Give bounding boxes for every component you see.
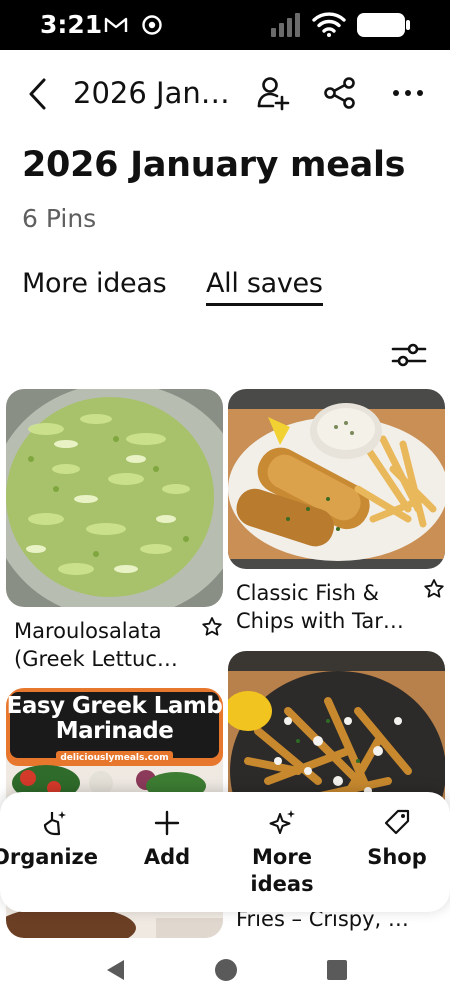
pin-image-fish-chips[interactable] bbox=[228, 389, 445, 569]
tab-all-saves[interactable]: All saves bbox=[206, 268, 323, 306]
more-ideas-button[interactable]: More ideas bbox=[227, 792, 337, 898]
back-triangle-icon[interactable] bbox=[104, 958, 126, 982]
wifi-icon bbox=[312, 12, 346, 37]
board-action-dock: Organize Add More ideas Shop bbox=[0, 792, 450, 912]
home-circle-icon[interactable] bbox=[214, 958, 238, 982]
status-bar: 3:21 bbox=[0, 0, 450, 50]
board-title: 2026 January meals bbox=[22, 145, 406, 185]
overlay-title-line: Easy Greek Lamb bbox=[6, 693, 223, 719]
recents-square-icon[interactable] bbox=[326, 959, 348, 981]
sliders-icon[interactable] bbox=[391, 340, 427, 370]
pin-caption-maroulosalata[interactable]: Maroulosalata (Greek Lettuc… bbox=[14, 617, 178, 673]
chrome-icon bbox=[142, 15, 162, 35]
add-button[interactable]: Add bbox=[112, 792, 222, 871]
signal-icon bbox=[271, 13, 300, 37]
board-breadcrumb: 2026 Jan… bbox=[73, 76, 230, 110]
shop-button[interactable]: Shop bbox=[342, 792, 450, 871]
pin-image-maroulosalata[interactable] bbox=[6, 389, 223, 607]
add-label: Add bbox=[143, 845, 191, 869]
organize-button[interactable]: Organize bbox=[0, 792, 110, 871]
more-ideas-label-line2: ideas bbox=[250, 872, 314, 896]
overlay-title-line: Marinade bbox=[55, 718, 174, 744]
fish-and-chips-image bbox=[228, 389, 445, 569]
top-bar: 2026 Jan… bbox=[0, 58, 450, 128]
caption-line: Chips with Tar… bbox=[236, 609, 404, 633]
caption-line: Maroulosalata bbox=[14, 619, 162, 643]
shop-label: Shop bbox=[367, 845, 427, 869]
tab-more-ideas[interactable]: More ideas bbox=[22, 268, 167, 299]
star-icon[interactable] bbox=[423, 578, 445, 600]
system-nav-bar bbox=[0, 940, 450, 1000]
pin-caption-fish-chips[interactable]: Classic Fish & Chips with Tar… bbox=[236, 579, 404, 635]
broom-sparkle-icon bbox=[43, 811, 66, 836]
tag-icon bbox=[384, 809, 410, 835]
sparkles-icon bbox=[269, 810, 295, 834]
overlay-site: deliciouslymeals.com bbox=[60, 753, 169, 763]
gmail-icon bbox=[104, 17, 128, 32]
plus-icon bbox=[154, 810, 180, 836]
more-icon[interactable] bbox=[388, 73, 428, 113]
add-collaborator-icon[interactable] bbox=[254, 73, 294, 113]
battery-icon bbox=[357, 13, 410, 37]
share-icon[interactable] bbox=[320, 73, 360, 113]
more-ideas-label-line1: More bbox=[252, 845, 312, 869]
chevron-left-icon[interactable] bbox=[22, 74, 56, 114]
caption-line: Classic Fish & bbox=[236, 581, 379, 605]
pin-count: 6 Pins bbox=[22, 204, 97, 233]
caption-line: (Greek Lettuc… bbox=[14, 647, 178, 671]
status-time: 3:21 bbox=[40, 10, 103, 39]
organize-label: Organize bbox=[0, 845, 99, 869]
star-icon[interactable] bbox=[201, 616, 223, 638]
lettuce-salad-image bbox=[6, 389, 223, 607]
